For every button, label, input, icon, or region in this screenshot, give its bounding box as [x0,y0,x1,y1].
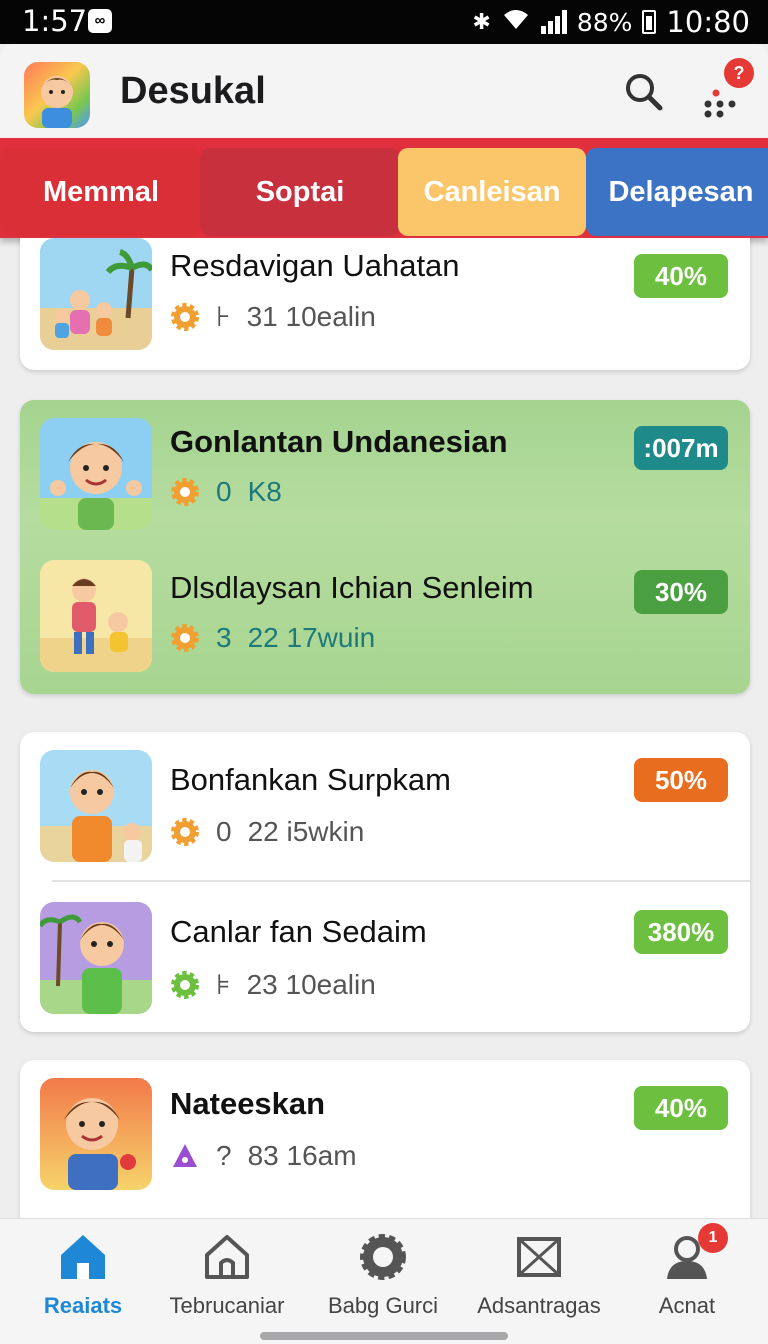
item-meta: ⊧ 23 10ealin [170,968,376,1001]
nav-item-reaiats[interactable]: Reaiats [8,1219,158,1329]
tab-delapesan[interactable]: Delapesan [586,148,768,236]
list-item[interactable]: Dlsdlaysan Ichian Senleim 3 22 17wuin 30… [20,546,750,694]
tab-memmal[interactable]: Memmal [0,148,202,236]
list-item[interactable]: Canlar fan Sedaim ⊧ 23 10ealin 380% [20,882,750,1032]
nav-item-acnat[interactable]: Acnat 1 [612,1219,762,1329]
duration-badge: :007m [634,426,728,470]
item-title: Dlsdlaysan Ichian Senleim [170,570,534,605]
nav-label: Babg Gurci [327,1293,439,1318]
item-meta-count: ⊧ [216,969,231,1000]
search-icon [626,74,663,111]
item-meta-duration: 83 16am [247,1140,357,1171]
list-item[interactable]: Bonfankan Surpkam 0 22 i5wkin 50% [20,732,750,882]
item-title: Resdavigan Uahatan [170,248,460,283]
list-item[interactable]: Resdavigan Uahatan ⊦ 31 10ealin 40% [20,238,750,368]
item-title: Bonfankan Surpkam [170,762,451,797]
home-indicator[interactable] [260,1332,508,1340]
item-thumbnail [40,1078,152,1190]
app-title: Desukal [120,70,266,112]
tab-soptai[interactable]: Soptai [200,148,400,236]
item-meta: ⊦ 31 10ealin [170,300,376,333]
gear-icon [171,624,199,652]
list-card: Resdavigan Uahatan ⊦ 31 10ealin 40% [20,238,750,370]
nav-item-tebrucaniar[interactable]: Tebrucaniar [152,1219,302,1329]
item-thumbnail [40,560,152,672]
status-clock: 10:80 [666,5,750,39]
category-tabs: Memmal Soptai Canleisan Delapesan [0,138,768,238]
list-card: Bonfankan Surpkam 0 22 i5wkin 50% Canlar… [20,732,750,1032]
item-meta-count: ⊦ [216,301,231,332]
wifi-icon [501,7,531,37]
gear-icon [171,970,199,999]
nav-label: Adsantragas [477,1293,601,1318]
notification-icon: ∞ [88,9,112,33]
gear-badge-icon [360,1234,406,1280]
home-outline-icon [205,1235,249,1279]
nav-label: Acnat [658,1293,716,1318]
app-logo [24,62,90,128]
search-button[interactable] [620,68,668,116]
lock-icon [173,1144,197,1167]
home-filled-icon [61,1235,105,1279]
item-meta-duration: 22 17wuin [247,622,376,653]
status-icons: ✱ 88% 10:80 [472,2,750,42]
bottom-navigation: Reaiats Tebrucaniar Babg Gurci Adsantrag… [0,1218,768,1344]
progress-badge: 40% [634,254,728,298]
list-card-highlighted: Gonlantan Undanesian 0 K8 :007m Dlsdlays… [20,400,750,694]
nav-item-babg-gurci[interactable]: Babg Gurci [308,1219,458,1329]
nav-item-adsantragas[interactable]: Adsantragas [464,1219,614,1329]
item-meta-duration: 23 10ealin [246,968,376,1000]
gear-icon [171,302,199,331]
nav-label: Reaiats [43,1293,123,1318]
item-title: Gonlantan Undanesian [170,424,508,459]
notification-badge: 1 [698,1223,728,1253]
progress-badge: 380% [634,910,728,954]
battery-percent: 88% [576,7,633,37]
item-meta: 0 22 i5wkin [170,816,364,848]
item-list: Resdavigan Uahatan ⊦ 31 10ealin 40% Gonl… [0,238,768,1218]
item-meta-duration: K8 [247,476,282,507]
gear-icon [171,478,199,506]
bluetooth-off-icon: ✱ [472,9,491,35]
item-meta-duration: 31 10ealin [246,300,376,332]
item-meta-count: 3 [216,622,232,653]
list-item[interactable]: Nateeskan ? 83 16am 40% [20,1060,750,1210]
item-meta: ? 83 16am [170,1140,357,1172]
progress-badge: 40% [634,1086,728,1130]
item-title: Nateeskan [170,1086,326,1121]
progress-badge: 30% [634,570,728,614]
item-meta-duration: 22 i5wkin [247,816,365,847]
battery-icon [642,10,657,34]
item-title: Canlar fan Sedaim [170,914,427,949]
app-bar: Desukal ? [0,44,768,144]
mail-icon [517,1237,561,1277]
help-badge[interactable]: ? [724,58,754,88]
item-meta: 0 K8 [170,476,282,508]
item-meta-count: 0 [216,476,232,507]
status-time: 1:57 [22,4,88,38]
item-thumbnail [40,750,152,862]
gear-icon [171,818,199,846]
item-meta-count: ? [216,1140,232,1171]
tab-canleisan[interactable]: Canleisan [398,148,586,236]
item-thumbnail [40,418,152,530]
nav-label: Tebrucaniar [169,1293,285,1318]
progress-badge: 50% [634,758,728,802]
item-thumbnail [40,902,152,1014]
list-card: Nateeskan ? 83 16am 40% [20,1060,750,1218]
item-meta: 3 22 17wuin [170,622,375,654]
item-meta-count: 0 [216,816,232,847]
status-bar: 1:57 ∞ ✱ 88% 10:80 [0,0,768,44]
signal-icon [540,10,567,34]
item-thumbnail [40,238,152,350]
list-item[interactable]: Gonlantan Undanesian 0 K8 :007m [20,400,750,550]
